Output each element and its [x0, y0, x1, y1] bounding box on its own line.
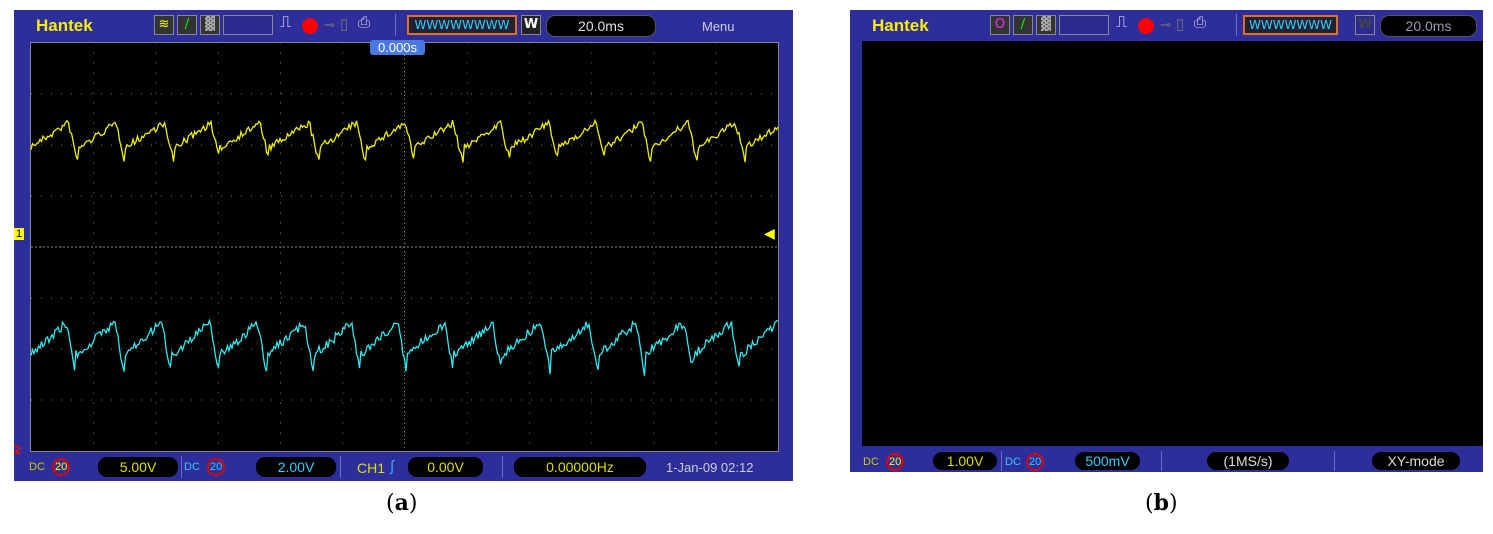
- ch2-bw-limit: 20: [1026, 453, 1045, 471]
- oscilloscope-panel-b: Hantek O / ▓ ⎍ ⊸ ▯ ⎙ WWWWWWW W 20.0ms DC…: [850, 10, 1483, 472]
- timebase-display[interactable]: 20.0ms: [1380, 15, 1477, 37]
- ch2-coupling: DC: [1005, 456, 1021, 468]
- run-state-icon[interactable]: [1138, 18, 1154, 34]
- w-button[interactable]: W: [1355, 15, 1375, 35]
- ch1-scale[interactable]: 1.00V: [933, 452, 997, 470]
- caption-a: (a): [386, 490, 418, 516]
- print-icon[interactable]: ⎙: [1194, 14, 1206, 31]
- brand-logo: Hantek: [872, 16, 929, 35]
- ch1-coupling: DC: [863, 456, 879, 468]
- blank-box: [1059, 15, 1109, 35]
- ch1-bw-limit: 20: [886, 453, 905, 471]
- key-icon: ⊸: [1160, 17, 1171, 32]
- grid-dots: [31, 42, 772, 444]
- persist-icon[interactable]: ▓: [1036, 15, 1056, 35]
- xy-display: [862, 41, 1483, 446]
- line-icon[interactable]: /: [1013, 15, 1033, 35]
- xy-icon[interactable]: O: [990, 15, 1010, 35]
- trigger-mode-icon[interactable]: ⎍: [1116, 14, 1127, 32]
- ch2-scale[interactable]: 500mV: [1075, 452, 1140, 470]
- display-mode[interactable]: XY-mode: [1372, 452, 1460, 470]
- save-icon[interactable]: ▯: [1176, 15, 1184, 33]
- sample-rate: (1MS/s): [1207, 452, 1289, 470]
- memory-wave-icon[interactable]: WWWWWWW: [1243, 15, 1338, 35]
- caption-b: (b): [1145, 490, 1178, 516]
- ch1-trace: [30, 118, 779, 163]
